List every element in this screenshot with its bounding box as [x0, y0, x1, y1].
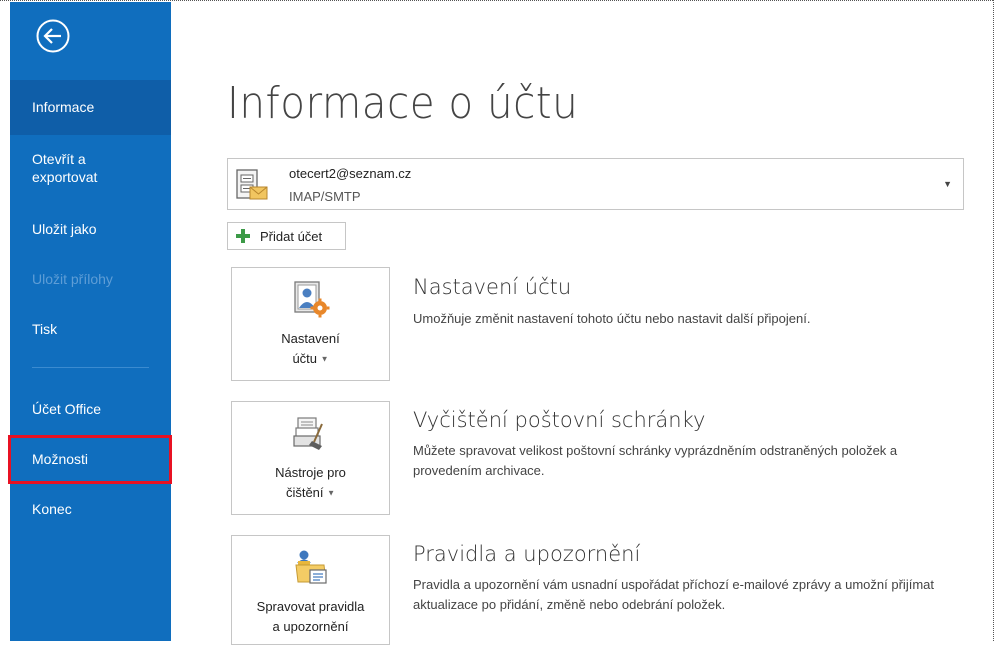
section-title: Nastavení účtu — [413, 275, 572, 299]
backstage-sidebar: Informace Otevřít a exportovat Uložit ja… — [10, 2, 171, 641]
sidebar-item-label: Tisk — [32, 321, 58, 337]
sidebar-item-otevrit-exportovat[interactable]: Otevřít a exportovat — [10, 150, 130, 186]
sidebar-item-ucet-office[interactable]: Účet Office — [10, 400, 171, 418]
rules-alerts-icon — [295, 550, 327, 584]
account-settings-icon — [294, 281, 330, 318]
tile-label-line1: Spravovat pravidla — [256, 599, 365, 614]
account-email: otecert2@seznam.cz — [289, 166, 412, 181]
sidebar-item-konec[interactable]: Konec — [10, 500, 171, 518]
sidebar-item-label: Otevřít a exportovat — [32, 151, 98, 185]
tile-label-line2: účtu ▼ — [232, 349, 389, 370]
moznosti-highlight-box — [8, 435, 172, 484]
tile-label-line2: a upozornění — [272, 619, 349, 634]
sidebar-item-label: Konec — [32, 501, 72, 517]
cleanup-tools-button[interactable]: Nástroje pro čištění ▼ — [231, 401, 390, 515]
sidebar-item-label: Uložit jako — [32, 221, 97, 237]
mail-account-icon — [236, 169, 268, 200]
sidebar-item-label: Informace — [32, 99, 95, 115]
sidebar-item-label: Účet Office — [32, 401, 101, 417]
account-type: IMAP/SMTP — [289, 189, 361, 204]
sidebar-item-tisk[interactable]: Tisk — [10, 320, 171, 338]
sidebar-divider — [32, 367, 149, 368]
add-account-label: Přidat účet — [260, 229, 323, 244]
sidebar-item-label: Uložit přílohy — [32, 271, 113, 287]
manage-rules-button[interactable]: Spravovat pravidla a upozornění — [231, 535, 390, 645]
section-description: Můžete spravovat velikost poštovní schrá… — [413, 443, 898, 478]
dropdown-arrow-icon[interactable]: ▼ — [943, 179, 952, 189]
sidebar-item-ulozit-prilohy: Uložit přílohy — [10, 270, 171, 288]
section-description: Pravidla a upozornění vám usnadní uspořá… — [413, 577, 934, 612]
back-arrow-icon[interactable] — [36, 19, 70, 53]
section-title: Vyčištění poštovní schránky — [413, 408, 706, 432]
chevron-down-icon: ▼ — [327, 488, 336, 498]
tile-label-line2: čištění ▼ — [232, 483, 389, 504]
page-title: Informace o účtu — [227, 78, 579, 129]
chevron-down-icon: ▼ — [320, 354, 329, 364]
account-selector[interactable]: otecert2@seznam.cz IMAP/SMTP ▼ — [227, 158, 964, 210]
plus-icon — [236, 229, 250, 243]
tile-label-line1: Nástroje pro — [275, 465, 346, 480]
section-title: Pravidla a upozornění — [413, 542, 641, 566]
account-settings-button[interactable]: Nastavení účtu ▼ — [231, 267, 390, 381]
tile-label-text: účtu — [292, 351, 318, 366]
tile-label-text: čištění — [285, 485, 324, 500]
sidebar-item-ulozit-jako[interactable]: Uložit jako — [10, 220, 171, 238]
cleanup-tools-icon — [293, 417, 323, 450]
section-description: Umožňuje změnit nastavení tohoto účtu ne… — [413, 311, 811, 326]
add-account-button[interactable]: Přidat účet — [227, 222, 346, 250]
sidebar-item-informace[interactable]: Informace — [10, 80, 171, 135]
tile-label-line1: Nastavení — [281, 331, 340, 346]
frame-top-border — [0, 0, 993, 1]
